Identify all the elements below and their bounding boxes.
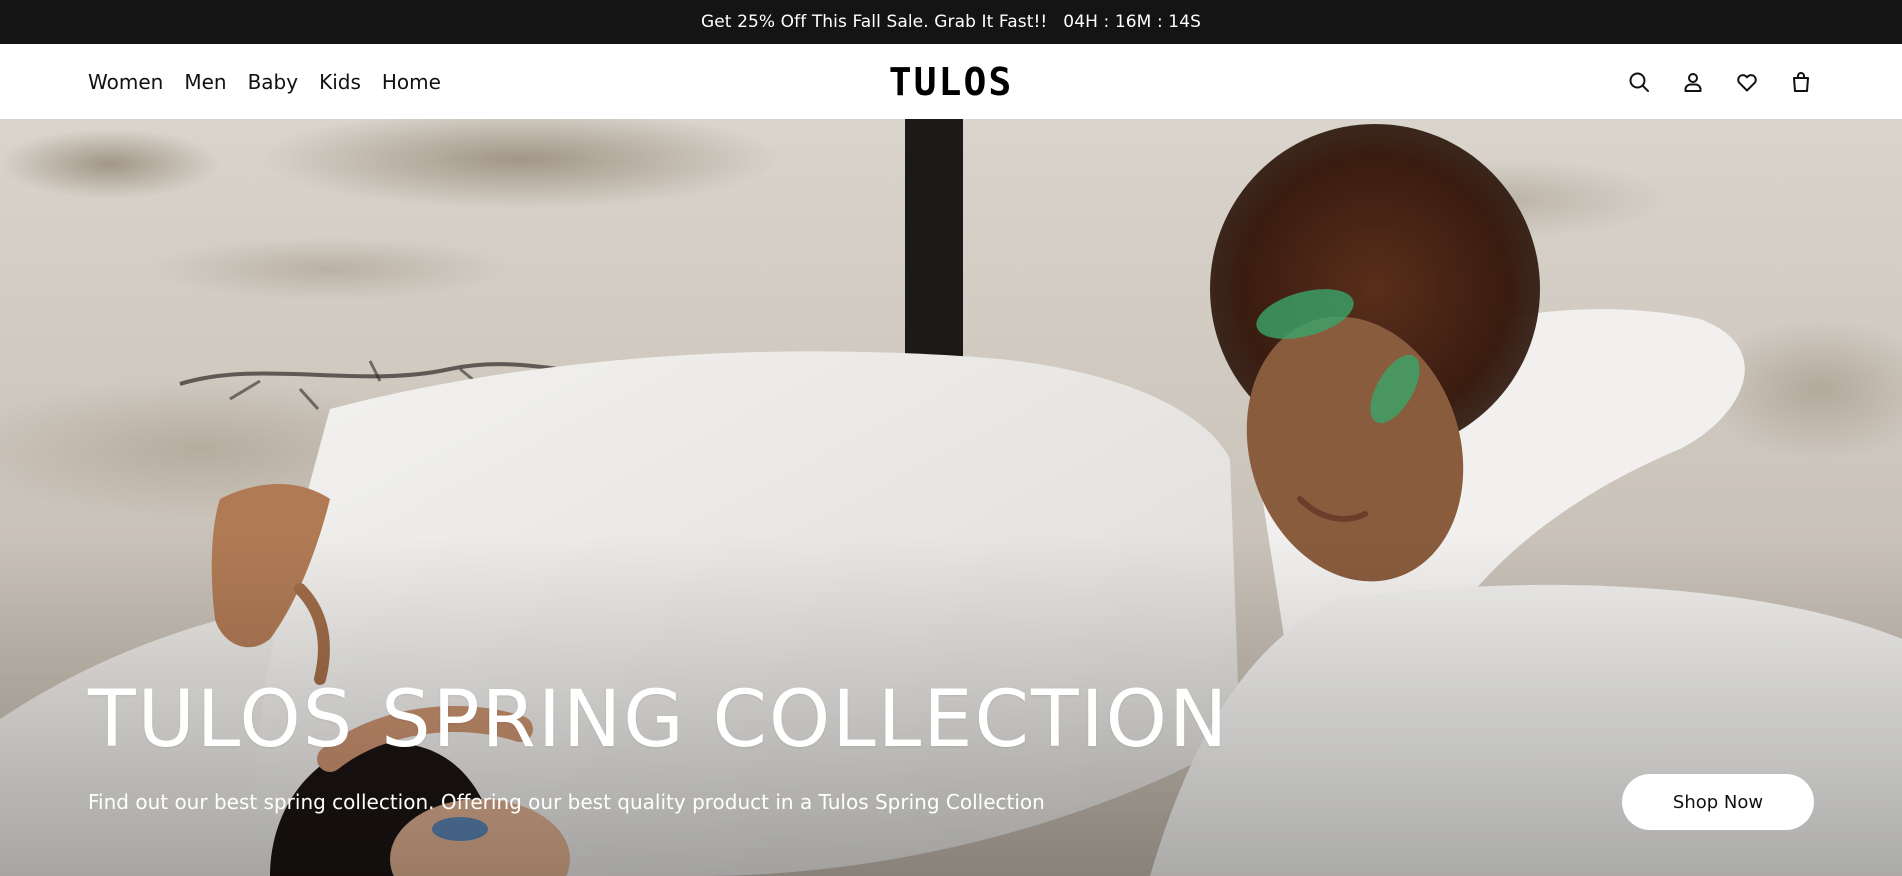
announcement-text: Get 25% Off This Fall Sale. Grab It Fast… [700, 12, 1048, 32]
announcement-bar: Get 25% Off This Fall Sale. Grab It Fast… [0, 0, 1902, 44]
hero-subtitle: Find out our best spring collection. Off… [88, 790, 1045, 814]
sale-countdown: 04H : 16M : 14S [1063, 12, 1202, 32]
hero-banner: TULOS SPRING COLLECTION Find out our bes… [0, 119, 1902, 876]
site-header: Women Men Baby Kids Home TULOS [0, 44, 1902, 119]
heart-icon[interactable] [1734, 69, 1760, 95]
site-logo[interactable]: TULOS [889, 44, 1013, 119]
hero-title: TULOS SPRING COLLECTION [88, 675, 1230, 765]
nav-link-women[interactable]: Women [88, 70, 163, 94]
main-nav: Women Men Baby Kids Home [88, 44, 441, 119]
search-icon[interactable] [1626, 69, 1652, 95]
nav-link-men[interactable]: Men [184, 70, 226, 94]
header-actions [1626, 44, 1814, 119]
user-icon[interactable] [1680, 69, 1706, 95]
nav-link-kids[interactable]: Kids [319, 70, 361, 94]
nav-link-home[interactable]: Home [382, 70, 441, 94]
nav-link-baby[interactable]: Baby [248, 70, 299, 94]
shopping-bag-icon[interactable] [1788, 69, 1814, 95]
shop-now-button[interactable]: Shop Now [1622, 774, 1814, 830]
